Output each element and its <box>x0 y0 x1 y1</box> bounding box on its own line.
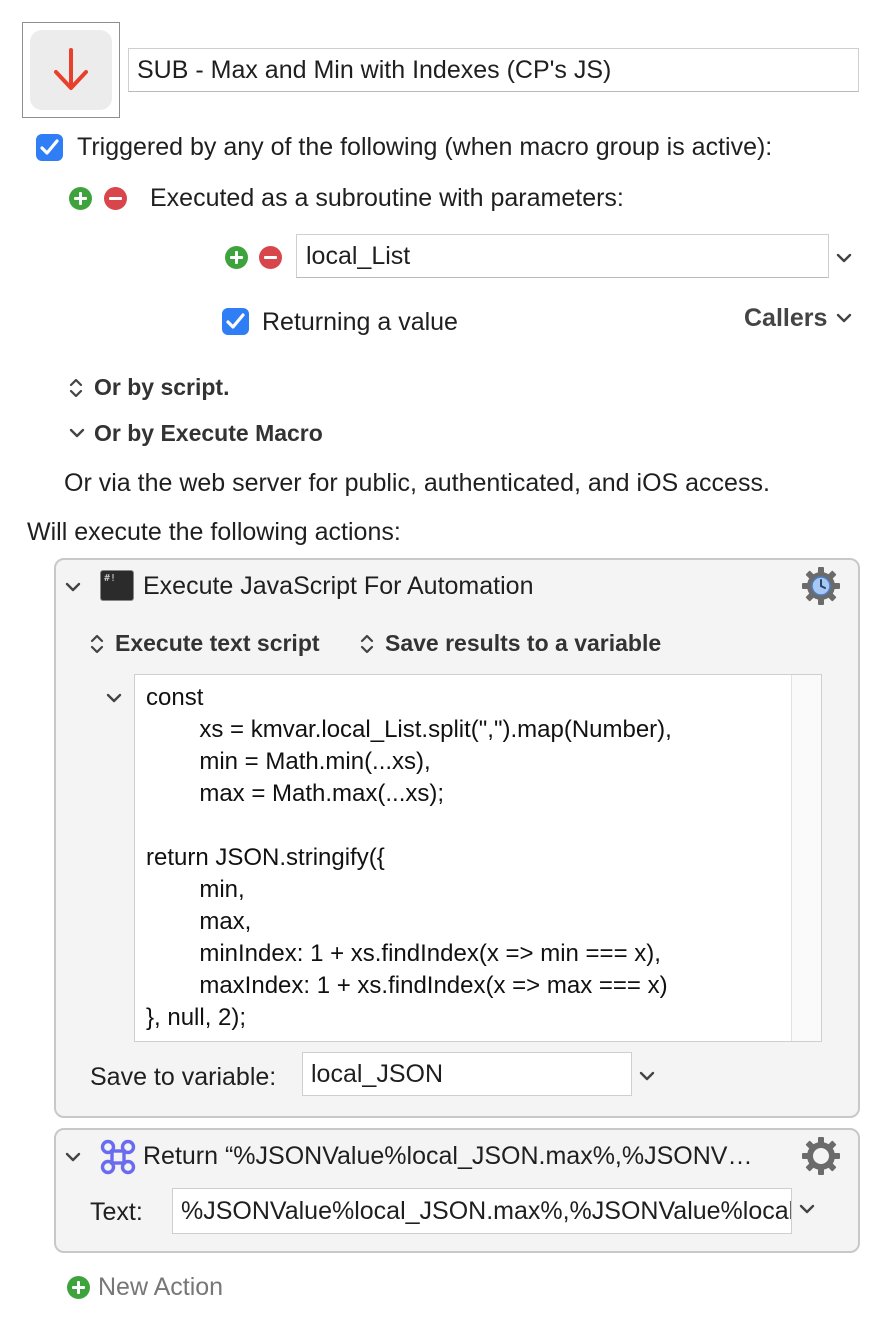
macro-icon-well[interactable] <box>22 22 120 118</box>
action-title: Return “%JSONValue%local_JSON.max%,%JSON… <box>143 1142 753 1170</box>
red-down-arrow-icon <box>30 30 112 110</box>
script-line: min = Math.min(...xs), <box>146 748 431 775</box>
or-by-execute-macro-disclosure[interactable]: Or by Execute Macro <box>94 420 323 447</box>
parameter-dropdown-chevron-icon[interactable] <box>836 252 852 264</box>
add-trigger-icon[interactable] <box>69 187 92 210</box>
remove-parameter-icon[interactable] <box>259 246 282 269</box>
triggered-checkbox[interactable] <box>36 134 63 161</box>
callers-button[interactable]: Callers <box>744 304 827 333</box>
script-text-area[interactable]: const xs = kmvar.local_List.split(",").m… <box>134 674 822 1042</box>
script-line: return JSON.stringify({ <box>146 844 385 871</box>
save-to-variable-input[interactable]: local_JSON <box>302 1052 632 1096</box>
actions-heading: Will execute the following actions: <box>27 518 401 546</box>
variable-dropdown-chevron-icon[interactable] <box>639 1070 655 1082</box>
add-parameter-icon[interactable] <box>225 246 248 269</box>
subroutine-trigger-label: Executed as a subroutine with parameters… <box>150 184 624 212</box>
action-title: Execute JavaScript For Automation <box>143 572 534 600</box>
save-results-popup[interactable]: Save results to a variable <box>385 630 661 657</box>
disclosure-chevron-down-icon[interactable] <box>69 427 85 439</box>
web-server-text: Or via the web server for public, authen… <box>64 469 770 497</box>
gear-clock-icon[interactable] <box>801 566 841 606</box>
new-action-plus-icon[interactable] <box>67 1276 90 1299</box>
text-label: Text: <box>90 1198 143 1226</box>
command-icon <box>100 1139 136 1175</box>
script-line: minIndex: 1 + xs.findIndex(x => min === … <box>146 940 661 967</box>
script-scrollbar[interactable] <box>791 675 821 1041</box>
execute-text-script-popup[interactable]: Execute text script <box>115 630 320 657</box>
script-line: xs = kmvar.local_List.split(",").map(Num… <box>146 716 672 743</box>
script-disclosure-chevron-icon[interactable] <box>106 692 122 704</box>
returning-value-checkbox[interactable] <box>222 308 249 335</box>
or-by-script-popup[interactable]: Or by script. <box>94 374 229 401</box>
parameter-input[interactable]: local_List <box>296 234 829 278</box>
macro-name-field[interactable]: SUB - Max and Min with Indexes (CP's JS) <box>128 48 859 92</box>
updown-chevron-icon[interactable] <box>359 632 375 656</box>
action-collapse-chevron-icon[interactable] <box>65 581 81 593</box>
script-line: }, null, 2); <box>146 1004 247 1031</box>
gear-icon[interactable] <box>801 1136 841 1176</box>
terminal-icon: #! <box>100 570 134 601</box>
save-to-variable-label: Save to variable: <box>90 1063 277 1091</box>
action-collapse-chevron-icon[interactable] <box>65 1151 81 1163</box>
updown-chevron-icon[interactable] <box>68 376 84 400</box>
script-line: max, <box>146 908 252 935</box>
updown-chevron-icon[interactable] <box>89 632 105 656</box>
script-line: maxIndex: 1 + xs.findIndex(x => max === … <box>146 972 668 999</box>
text-dropdown-chevron-icon[interactable] <box>799 1203 815 1215</box>
callers-chevron-icon[interactable] <box>836 312 852 324</box>
return-text-input[interactable]: %JSONValue%local_JSON.max%,%JSONValue%lo… <box>172 1188 792 1234</box>
script-line: max = Math.max(...xs); <box>146 780 445 807</box>
remove-trigger-icon[interactable] <box>104 187 127 210</box>
new-action-button[interactable]: New Action <box>98 1273 223 1302</box>
returning-value-label: Returning a value <box>262 308 458 336</box>
script-line: min, <box>146 876 245 903</box>
triggered-label: Triggered by any of the following (when … <box>77 133 773 161</box>
script-line: const <box>146 684 204 711</box>
